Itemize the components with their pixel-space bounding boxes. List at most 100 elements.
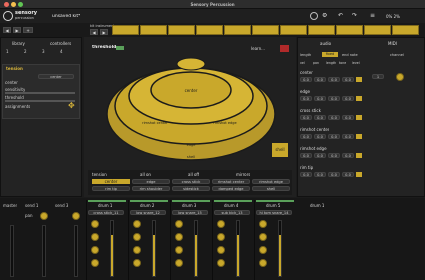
channel-knob[interactable] (91, 246, 99, 254)
sensitivity-slider[interactable] (5, 92, 75, 94)
channel-knob[interactable] (259, 220, 267, 228)
channel-knob[interactable] (175, 259, 183, 267)
audio-row-value[interactable]: 0.0 (342, 96, 354, 101)
threshold-slider[interactable] (5, 100, 75, 102)
channel-sample-select[interactable]: sub kick_13 (214, 210, 250, 215)
zone-top[interactable] (176, 57, 206, 71)
articulation-button[interactable]: rimshot center (212, 179, 250, 184)
sequencer-step[interactable] (336, 25, 363, 35)
channel-sample-select[interactable]: low snare_15 (172, 210, 208, 215)
audio-row-value[interactable]: 0.0 (342, 153, 354, 158)
channel-knob[interactable] (259, 259, 267, 267)
grid-header[interactable]: all off (188, 172, 199, 177)
channel-knob[interactable] (217, 246, 225, 254)
send-knob-2[interactable] (72, 212, 80, 220)
sequencer-step[interactable] (280, 25, 307, 35)
add-button[interactable]: + (23, 27, 33, 33)
side-zone-button[interactable]: shell (272, 143, 288, 157)
sequencer-step[interactable] (196, 25, 223, 35)
articulation-button[interactable]: sidestick (172, 186, 210, 191)
channel-sample-select[interactable]: low snare_12 (130, 210, 166, 215)
channel-knob[interactable] (259, 233, 267, 241)
audio-row-value[interactable]: 0.0 (328, 153, 340, 158)
audio-row-value[interactable]: 0.0 (328, 134, 340, 139)
audio-row-value[interactable]: 0.0 (328, 115, 340, 120)
audio-row-value[interactable]: 0.0 (300, 172, 312, 177)
learn-button[interactable]: learn... (251, 46, 265, 51)
channel-knob[interactable] (91, 233, 99, 241)
channel-knob[interactable] (175, 233, 183, 241)
zoom-window-button[interactable] (18, 2, 23, 7)
tab-library[interactable]: library (12, 41, 25, 46)
sequencer-step[interactable] (112, 25, 139, 35)
sequencer-step[interactable] (308, 25, 335, 35)
audio-row-value[interactable]: 0.0 (342, 115, 354, 120)
audio-row-value[interactable]: 0.0 (300, 134, 312, 139)
articulation-button[interactable]: rimshot edge (252, 179, 290, 184)
next-button[interactable]: ▶ (13, 27, 21, 33)
send-fader-1[interactable] (42, 225, 46, 277)
sequencer-step[interactable] (168, 25, 195, 35)
channel-knob[interactable] (133, 246, 141, 254)
channel-knob[interactable] (133, 220, 141, 228)
move-icon[interactable]: ✥ (68, 101, 75, 110)
kit-name[interactable]: unsaved kit* (52, 14, 80, 19)
articulation-button[interactable]: edge (132, 179, 170, 184)
undo-icon[interactable]: ↶ (338, 13, 343, 18)
channel-knob[interactable] (259, 246, 267, 254)
articulation-button[interactable]: center (92, 179, 130, 184)
sequencer-step[interactable] (364, 25, 391, 35)
articulation-button[interactable]: rim tip (92, 186, 130, 191)
midi-note-select[interactable]: 1 (372, 74, 384, 79)
number-3[interactable]: 3 (42, 49, 45, 54)
close-window-button[interactable] (4, 2, 9, 7)
sequencer-step[interactable] (140, 25, 167, 35)
audio-row-value[interactable]: 0.0 (314, 115, 326, 120)
settings-icon[interactable]: ⚙ (322, 13, 327, 18)
audio-row-value[interactable]: 0.0 (328, 96, 340, 101)
number-1[interactable]: 1 (6, 49, 9, 54)
channel-knob[interactable] (91, 220, 99, 228)
channel-knob[interactable] (175, 246, 183, 254)
tab-audio[interactable]: audio (320, 41, 331, 46)
redo-icon[interactable]: ↷ (352, 13, 357, 18)
seq-prev-button[interactable]: ◀ (90, 29, 98, 35)
midi-knob[interactable] (396, 73, 404, 81)
number-2[interactable]: 2 (24, 49, 27, 54)
prev-button[interactable]: ◀ (3, 27, 11, 33)
number-4[interactable]: 4 (60, 49, 63, 54)
sequencer-step[interactable] (392, 25, 419, 35)
articulation-button[interactable]: damped edge (212, 186, 250, 191)
audio-row-value[interactable]: 0.0 (314, 77, 326, 82)
channel-knob[interactable] (217, 259, 225, 267)
channel-knob[interactable] (91, 259, 99, 267)
articulation-button[interactable]: shell (252, 186, 290, 191)
channel-knob[interactable] (217, 220, 225, 228)
articulation-button[interactable]: cross stick (172, 179, 210, 184)
module-select[interactable]: center (38, 74, 74, 79)
mixer-icon[interactable]: ≡ (370, 13, 375, 18)
audio-row-value[interactable]: 0.0 (300, 115, 312, 120)
fixed-toggle[interactable]: fixed (322, 52, 338, 57)
audio-row-value[interactable]: 0.0 (342, 134, 354, 139)
channel-sample-select[interactable]: cross stick_11 (88, 210, 124, 215)
tab-controllers[interactable]: controllers (50, 41, 71, 46)
audio-row-value[interactable]: 0.0 (328, 172, 340, 177)
channel-knob[interactable] (217, 233, 225, 241)
audio-row-value[interactable]: 0.0 (300, 153, 312, 158)
audio-row-value[interactable]: 0.0 (342, 77, 354, 82)
articulation-button[interactable]: rim shoulder (132, 186, 170, 191)
grid-header[interactable]: all on (140, 172, 151, 177)
metronome-icon[interactable] (310, 12, 318, 20)
minimize-window-button[interactable] (11, 2, 16, 7)
audio-row-value[interactable]: 0.0 (314, 172, 326, 177)
audio-row-value[interactable]: 0.0 (300, 96, 312, 101)
audio-row-value[interactable]: 0.0 (300, 77, 312, 82)
audio-row-value[interactable]: 0.0 (342, 172, 354, 177)
channel-knob[interactable] (133, 259, 141, 267)
audio-row-value[interactable]: 0.0 (314, 153, 326, 158)
audio-row-value[interactable]: 0.0 (314, 134, 326, 139)
send-knob-1[interactable] (40, 212, 48, 220)
tab-midi[interactable]: MIDI (388, 41, 397, 46)
channel-knob[interactable] (175, 220, 183, 228)
